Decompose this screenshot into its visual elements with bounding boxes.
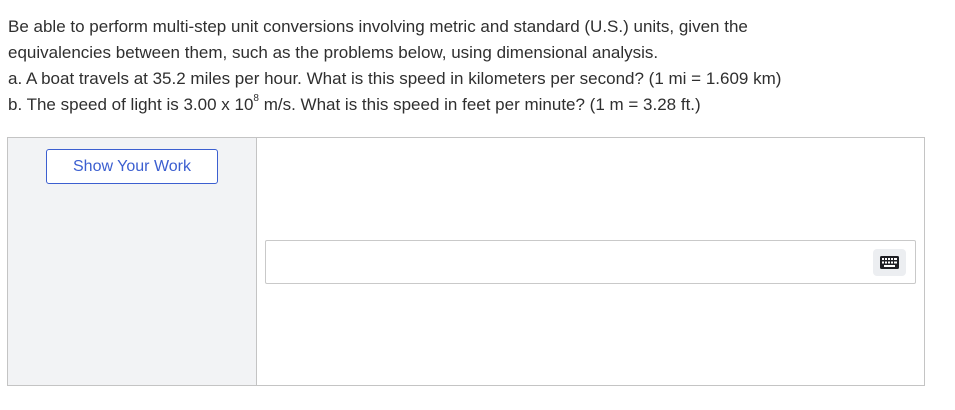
question-line-1: Be able to perform multi-step unit conve…: [8, 17, 748, 36]
keyboard-icon: [880, 256, 899, 269]
question-line-2: equivalencies between them, such as the …: [8, 43, 659, 62]
response-area: Show Your Work: [7, 137, 925, 386]
exponent: 8: [253, 93, 259, 105]
question-part-b: b. The speed of light is 3.00 x 108 m/s.…: [8, 92, 938, 118]
question-part-a: a. A boat travels at 35.2 miles per hour…: [8, 69, 782, 88]
show-your-work-button[interactable]: Show Your Work: [46, 149, 218, 184]
question-part-b-start: b. The speed of light is 3.00 x 10: [8, 95, 254, 114]
answer-field[interactable]: [265, 240, 916, 284]
keyboard-button[interactable]: [873, 249, 906, 276]
question-part-b-end: m/s. What is this speed in feet per minu…: [258, 95, 701, 114]
answer-input[interactable]: [266, 241, 866, 283]
answer-panel: [257, 138, 924, 385]
work-panel: Show Your Work: [8, 138, 257, 385]
question-prompt: Be able to perform multi-step unit conve…: [8, 14, 938, 118]
